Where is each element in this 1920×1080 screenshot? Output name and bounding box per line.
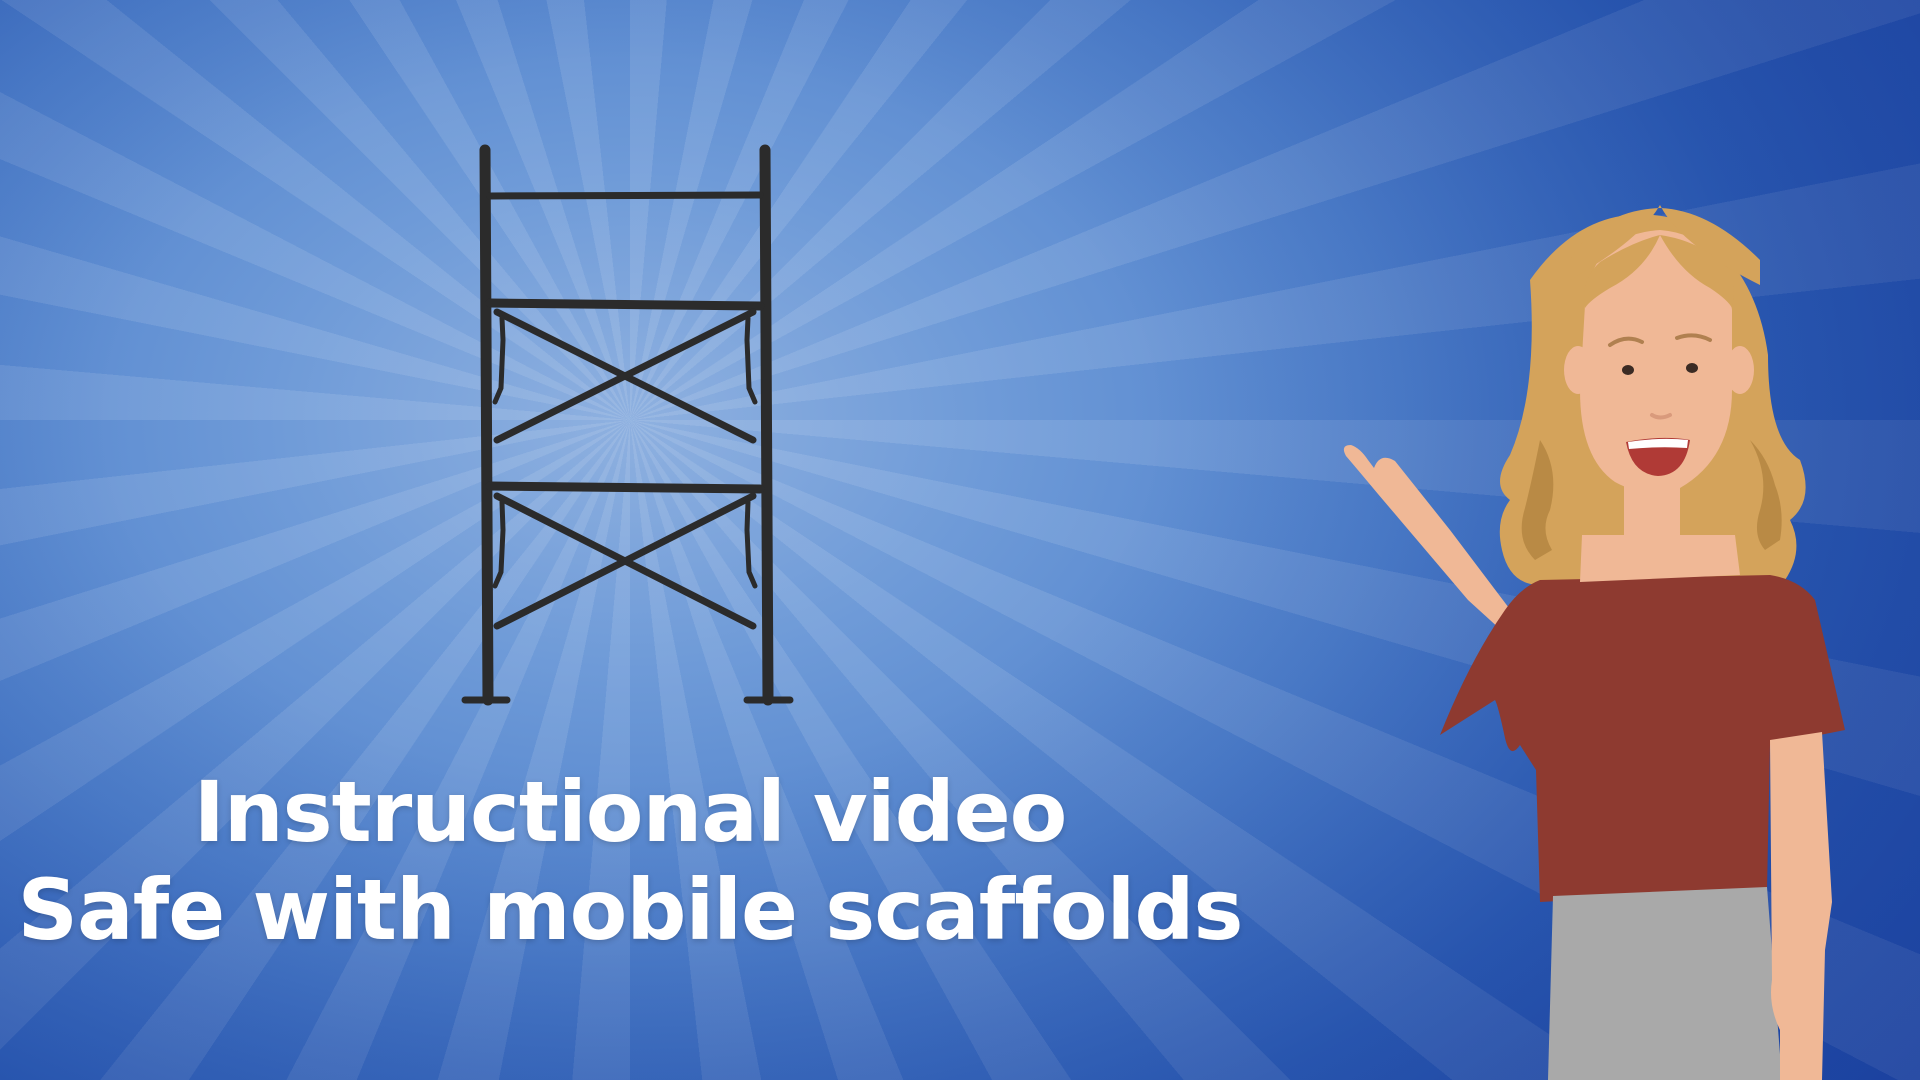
presenter-arm-right: [1770, 732, 1832, 1080]
presenter-skirt: [1548, 887, 1782, 1080]
title-block: Instructional video Safe with mobile sca…: [0, 770, 1260, 952]
title-line-instructional-video: Instructional video: [193, 763, 1068, 861]
presenter-character-icon: [1343, 205, 1845, 1080]
presenter-collar-skin: [1580, 535, 1740, 582]
presenter-arm-left: [1343, 445, 1518, 640]
title-line-safe-with-mobile-scaffolds: Safe with mobile scaffolds: [17, 861, 1244, 959]
video-frame: Instructional video Safe with mobile sca…: [0, 0, 1920, 1080]
scaffold-icon: [461, 144, 794, 706]
